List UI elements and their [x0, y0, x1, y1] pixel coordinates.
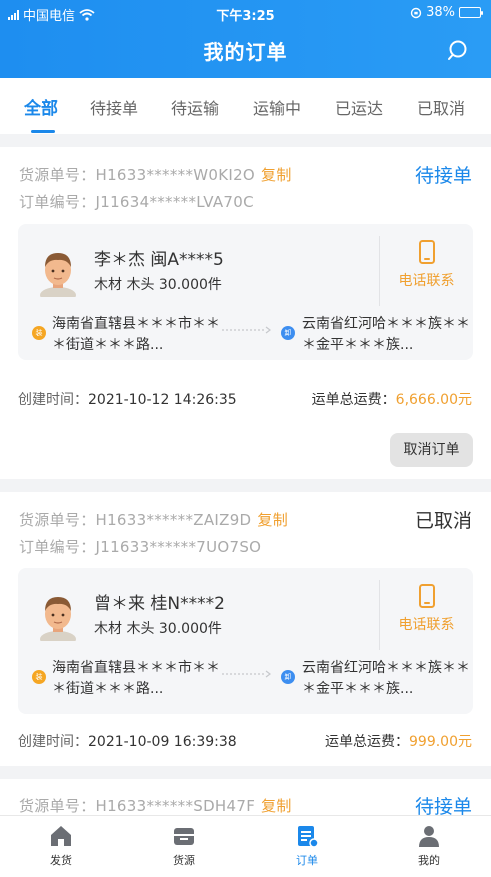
source-number-row: 货源单号：H1633******W0KI2O 复制	[19, 164, 292, 185]
order-number: 订单编号：J11633******7UO7SO	[19, 538, 262, 556]
nav-cargo[interactable]: 货源	[144, 824, 224, 868]
source-number: 货源单号：H1633******SDH47F	[19, 797, 256, 815]
total-freight: 运单总运费：999.00元	[325, 731, 472, 751]
order-detail-panel[interactable]: 李＊杰 闽A****5 木材 木头 30.000件 电话联系 装 海南省直辖县＊…	[18, 224, 473, 360]
cargo-info: 木材 木头 30.000件	[94, 277, 222, 293]
source-number-row: 货源单号：H1633******ZAIZ9D 复制	[19, 509, 288, 530]
nav-orders[interactable]: 订单	[267, 824, 347, 868]
loading-point-icon: 装	[32, 670, 46, 684]
total-freight: 运单总运费：6,666.00元	[312, 389, 472, 409]
phone-icon	[418, 240, 435, 264]
app-header: 中国电信 下午3:25 38% 我的订单	[0, 0, 491, 78]
tab-awaiting-accept[interactable]: 待接单	[90, 95, 138, 119]
order-card: 货源单号：H1633******W0KI2O 复制 订单编号：J11634****…	[0, 147, 491, 479]
orientation-lock-icon	[410, 7, 422, 18]
total-freight-amount: 6,666.00元	[395, 392, 472, 408]
driver-name-plate: 李＊杰 闽A****5	[94, 250, 224, 270]
created-time-label: 创建时间：	[18, 392, 88, 408]
bottom-tab-bar: 发货 货源 订单 我的	[0, 815, 491, 877]
created-time-label: 创建时间：	[18, 734, 88, 750]
source-number: 货源单号：H1633******W0KI2O	[19, 166, 256, 184]
tab-all[interactable]: 全部	[24, 94, 58, 119]
cargo-info: 木材 木头 30.000件	[94, 621, 222, 637]
user-icon	[419, 826, 439, 847]
unloading-point-icon: 卸	[281, 670, 295, 684]
route-arrow-icon	[222, 670, 271, 678]
page-title: 我的订单	[203, 40, 288, 64]
driver-avatar	[40, 597, 76, 641]
call-driver-button[interactable]: 电话联系	[380, 584, 473, 644]
loading-address: 海南省直辖县＊＊＊市＊＊＊街道＊＊＊路...	[52, 660, 220, 697]
status-badge: 已取消	[414, 510, 472, 532]
nav-ship[interactable]: 发货	[21, 824, 101, 868]
source-number: 货源单号：H1633******ZAIZ9D	[19, 511, 252, 529]
tab-cancelled[interactable]: 已取消	[417, 95, 465, 119]
driver-avatar	[40, 253, 76, 297]
nav-profile[interactable]: 我的	[389, 824, 469, 868]
created-time: 创建时间：2021-10-09 16:39:38	[18, 731, 237, 751]
nav-profile-label: 我的	[418, 854, 440, 867]
unloading-address: 云南省红河哈＊＊＊族＊＊＊金平＊＊＊族...	[302, 316, 470, 353]
created-time: 创建时间：2021-10-12 14:26:35	[18, 389, 237, 409]
call-label: 电话联系	[398, 617, 455, 633]
created-time-value: 2021-10-12 14:26:35	[88, 392, 237, 408]
nav-cargo-label: 货源	[173, 854, 195, 867]
driver-name-plate: 曾＊来 桂N****2	[94, 594, 225, 614]
order-list-icon	[298, 826, 319, 848]
loading-address: 海南省直辖县＊＊＊市＊＊＊街道＊＊＊路...	[52, 316, 220, 353]
tab-in-transit[interactable]: 运输中	[253, 95, 301, 119]
total-freight-label: 运单总运费：	[325, 734, 409, 750]
status-badge: 待接单	[414, 165, 472, 187]
copy-button[interactable]: 复制	[261, 166, 292, 184]
search-icon[interactable]	[447, 39, 471, 63]
call-label: 电话联系	[398, 273, 455, 289]
phone-icon	[418, 584, 435, 608]
created-time-value: 2021-10-09 16:39:38	[88, 734, 237, 750]
nav-ship-label: 发货	[50, 854, 72, 867]
unloading-address: 云南省红河哈＊＊＊族＊＊＊金平＊＊＊族...	[302, 660, 470, 697]
cargo-box-icon	[174, 828, 194, 845]
order-card: 货源单号：H1633******SDH47F 复制 待接单	[0, 779, 491, 819]
order-status-tabs: 全部 待接单 待运输 运输中 已运达 已取消	[0, 78, 491, 134]
source-number-row: 货源单号：H1633******SDH47F 复制	[19, 795, 292, 816]
loading-point-icon: 装	[32, 326, 46, 340]
nav-orders-label: 订单	[296, 854, 318, 867]
total-freight-label: 运单总运费：	[311, 392, 396, 408]
active-tab-indicator	[31, 130, 55, 133]
tab-delivered[interactable]: 已运达	[335, 95, 383, 119]
total-freight-amount: 999.00元	[409, 734, 472, 750]
copy-button[interactable]: 复制	[261, 797, 292, 815]
route-arrow-icon	[222, 326, 271, 334]
order-card: 货源单号：H1633******ZAIZ9D 复制 订单编号：J11633****…	[0, 492, 491, 766]
battery-percent: 38%	[426, 5, 455, 20]
order-number: 订单编号：J11634******LVA70C	[19, 193, 254, 211]
call-driver-button[interactable]: 电话联系	[380, 240, 473, 300]
order-detail-panel[interactable]: 曾＊来 桂N****2 木材 木头 30.000件 电话联系 装 海南省直辖县＊…	[18, 568, 473, 714]
copy-button[interactable]: 复制	[257, 511, 288, 529]
unloading-point-icon: 卸	[281, 326, 295, 340]
home-icon	[51, 826, 71, 846]
battery-icon	[459, 7, 483, 18]
tab-awaiting-transport[interactable]: 待运输	[171, 95, 219, 119]
status-bar: 中国电信 下午3:25 38%	[0, 0, 491, 26]
cancel-order-button[interactable]: 取消订单	[390, 433, 473, 467]
